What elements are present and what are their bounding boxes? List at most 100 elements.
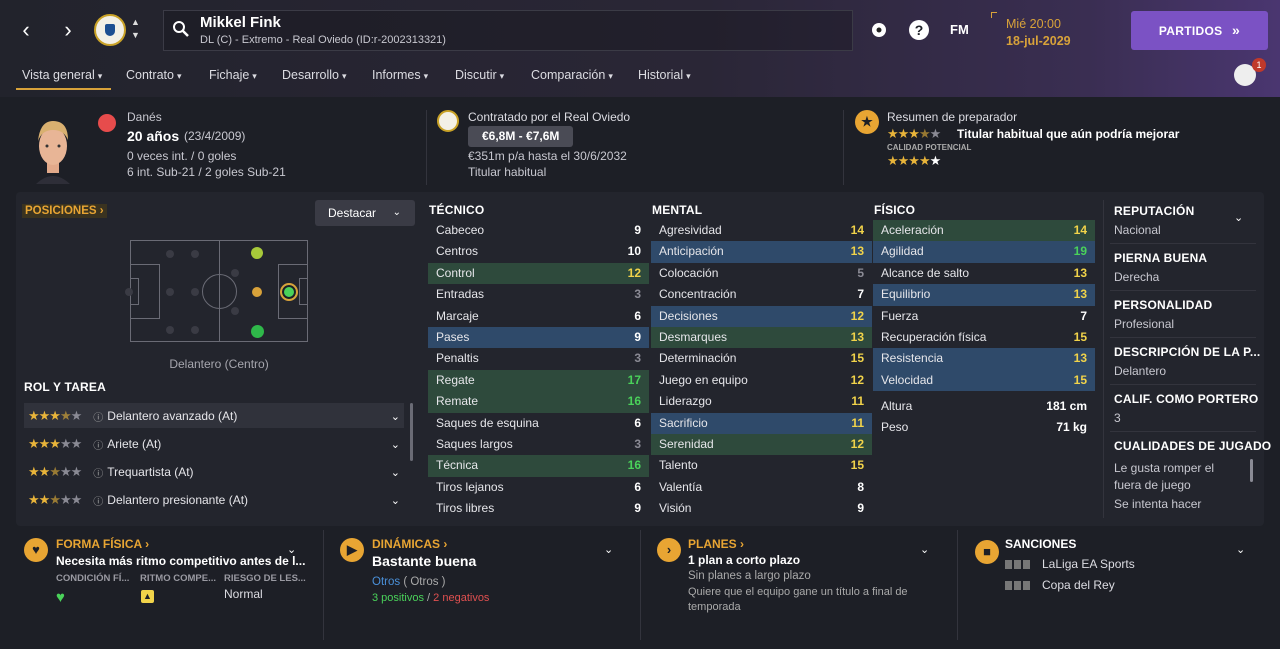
attribute-row[interactable]: Saques de esquina 6	[428, 413, 649, 434]
info-icon[interactable]: ⓘ	[93, 493, 103, 508]
player-avatar	[28, 116, 78, 186]
attribute-row[interactable]: Penaltis 3	[428, 348, 649, 369]
attribute-name: Resistencia	[881, 351, 944, 366]
plans-title[interactable]: PLANES ›	[688, 537, 744, 551]
height-value: 181 cm	[1046, 399, 1087, 413]
attribute-row[interactable]: Serenidad 12	[651, 433, 872, 456]
tab-discutir[interactable]: Discutir ▾	[455, 68, 504, 82]
attribute-row[interactable]: Velocidad 15	[873, 369, 1095, 392]
attribute-name: Cabeceo	[436, 223, 485, 237]
search-icon[interactable]	[172, 20, 190, 38]
chevron-down-icon[interactable]: ⌄	[604, 543, 613, 556]
attribute-row[interactable]: Fuerza 7	[873, 306, 1095, 327]
role-row[interactable]: ★★★★★ ⓘ Delantero presionante (At) ⌄	[28, 492, 400, 508]
tab-informes[interactable]: Informes ▾	[372, 68, 428, 82]
continue-button[interactable]: PARTIDOS »	[1131, 11, 1268, 50]
chevron-down-icon[interactable]: ⌄	[391, 438, 400, 451]
attribute-row[interactable]: Agilidad 19	[873, 241, 1095, 263]
positions-title[interactable]: POSICIONES ›	[22, 204, 107, 218]
attribute-name: Concentración	[659, 287, 737, 302]
chevron-down-icon[interactable]: ⌄	[1236, 543, 1245, 556]
tab-comparacion[interactable]: Comparación ▾	[531, 68, 613, 82]
gk-rating-title: CALIF. COMO PORTERO	[1114, 392, 1259, 406]
attribute-name: Saques de esquina	[436, 415, 539, 430]
attribute-row[interactable]: Tiros lejanos 6	[428, 477, 649, 498]
injury-risk-label: RIESGO DE LES...	[224, 573, 306, 584]
highlight-dropdown[interactable]: Destacar ⌄	[315, 200, 415, 226]
info-icon[interactable]: ⓘ	[93, 437, 103, 452]
up-down-icon[interactable]: ▲ ▼	[131, 16, 143, 42]
role-stars: ★★★★★	[28, 436, 82, 451]
attribute-row[interactable]: Desmarques 13	[651, 326, 872, 349]
chevron-down-icon[interactable]: ⌄	[1234, 211, 1243, 224]
tab-historial[interactable]: Historial ▾	[638, 68, 691, 82]
role-row[interactable]: ★★★★★ ⓘ Ariete (At) ⌄	[28, 436, 400, 452]
reputation-title: REPUTACIÓN	[1114, 204, 1195, 218]
role-name: Trequartista (At)	[107, 465, 194, 479]
tab-contrato[interactable]: Contrato ▾	[126, 68, 181, 82]
attribute-name: Anticipación	[659, 244, 724, 259]
attribute-row[interactable]: Entradas 3	[428, 284, 649, 305]
help-icon[interactable]: ?	[909, 20, 929, 40]
player-subtitle: DL (C) - Extremo - Real Oviedo (ID:r-200…	[200, 34, 446, 46]
value-badge[interactable]: €6,8M - €7,6M	[468, 126, 574, 147]
current-date[interactable]: 18-jul-2029	[1006, 34, 1071, 48]
attribute-row[interactable]: Centros 10	[428, 241, 649, 262]
chevron-down-icon[interactable]: ⌄	[287, 543, 296, 556]
back-arrow-icon[interactable]: ‹	[14, 18, 38, 42]
attribute-row[interactable]: Aceleración 14	[873, 220, 1095, 242]
tab-desarrollo[interactable]: Desarrollo ▾	[282, 68, 347, 82]
chevron-down-icon[interactable]: ⌄	[391, 466, 400, 479]
attribute-row[interactable]: Tiros libres 9	[428, 498, 649, 519]
fm-logo[interactable]: FM	[950, 22, 969, 37]
forward-arrow-icon[interactable]: ›	[56, 18, 80, 42]
personality-value: Profesional	[1114, 317, 1175, 331]
chevron-down-icon[interactable]: ⌄	[920, 543, 929, 556]
attribute-row[interactable]: Liderazgo 11	[651, 391, 872, 412]
attribute-row[interactable]: Regate 17	[428, 369, 649, 392]
attribute-row[interactable]: Recuperación física 15	[873, 327, 1095, 348]
attribute-row[interactable]: Cabeceo 9	[428, 220, 649, 241]
info-icon[interactable]: ⓘ	[93, 465, 103, 480]
role-stars: ★★★★★	[28, 408, 82, 423]
plans-icon: ›	[657, 538, 681, 562]
description-title: DESCRIPCIÓN DE LA P...	[1114, 345, 1261, 359]
tab-fichaje[interactable]: Fichaje ▾	[209, 68, 257, 82]
attribute-row[interactable]: Anticipación 13	[651, 241, 872, 263]
date-time[interactable]: Mié 20:00	[1006, 17, 1061, 31]
role-row[interactable]: ★★★★★ ⓘ Delantero avanzado (At) ⌄	[28, 408, 400, 424]
attribute-row[interactable]: Equilibrio 13	[873, 284, 1095, 306]
traits-scrollbar[interactable]	[1250, 459, 1253, 482]
attribute-row[interactable]: Control 12	[428, 262, 649, 285]
attribute-row[interactable]: Talento 15	[651, 455, 872, 476]
attribute-row[interactable]: Sacrificio 11	[651, 412, 872, 434]
roles-scrollbar[interactable]	[410, 403, 413, 461]
forma-title[interactable]: FORMA FÍSICA ›	[56, 537, 149, 551]
attribute-row[interactable]: Alcance de salto 13	[873, 263, 1095, 284]
attribute-value: 9	[634, 223, 641, 237]
chevron-down-icon[interactable]: ⌄	[391, 494, 400, 507]
dynamics-title[interactable]: DINÁMICAS ›	[372, 537, 447, 551]
trait-item: Se intenta hacer	[1114, 497, 1202, 511]
heart-icon: ♥	[24, 538, 48, 562]
attribute-row[interactable]: Concentración 7	[651, 284, 872, 305]
attribute-row[interactable]: Visión 9	[651, 498, 872, 519]
attribute-row[interactable]: Resistencia 13	[873, 348, 1095, 370]
tab-vista-general[interactable]: Vista general ▾	[22, 68, 102, 82]
attribute-row[interactable]: Técnica 16	[428, 455, 649, 477]
role-row[interactable]: ★★★★★ ⓘ Trequartista (At) ⌄	[28, 464, 400, 480]
club-crest-icon[interactable]	[94, 14, 126, 46]
attribute-row[interactable]: Saques largos 3	[428, 434, 649, 455]
attribute-row[interactable]: Remate 16	[428, 391, 649, 413]
attribute-row[interactable]: Pases 9	[428, 326, 649, 349]
attribute-row[interactable]: Determinación 15	[651, 348, 872, 369]
chevron-down-icon[interactable]: ⌄	[391, 410, 400, 423]
attribute-row[interactable]: Colocación 5	[651, 263, 872, 284]
attribute-row[interactable]: Juego en equipo 12	[651, 370, 872, 391]
ball-icon[interactable]	[870, 21, 888, 39]
attribute-row[interactable]: Marcaje 6	[428, 306, 649, 327]
attribute-row[interactable]: Decisiones 12	[651, 305, 872, 327]
info-icon[interactable]: ⓘ	[93, 409, 103, 424]
attribute-row[interactable]: Agresividad 14	[651, 220, 872, 241]
attribute-row[interactable]: Valentía 8	[651, 477, 872, 498]
